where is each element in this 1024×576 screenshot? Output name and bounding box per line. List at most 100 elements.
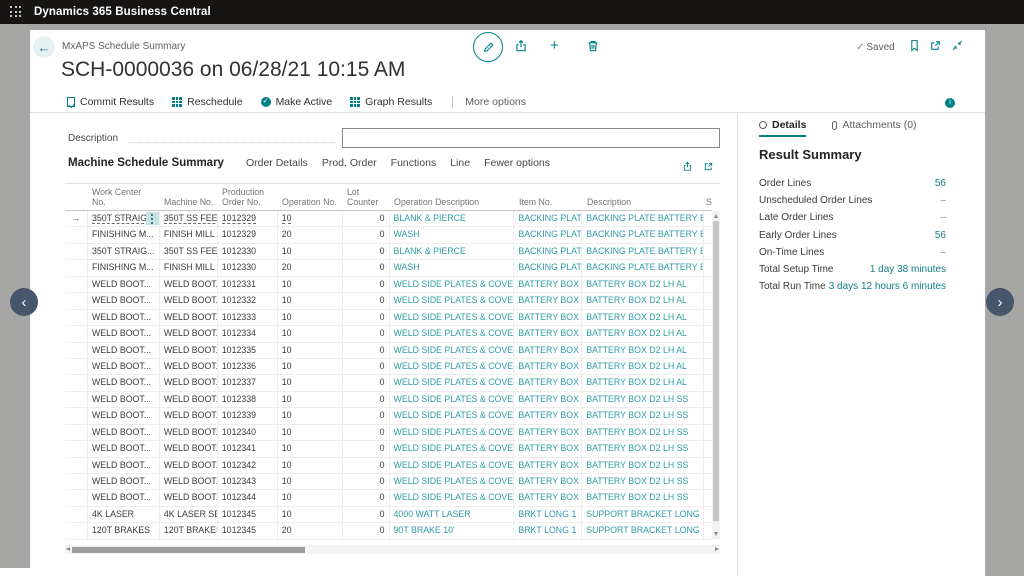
cell-description[interactable]: SUPPORT BRACKET LONG: [582, 507, 704, 522]
cell-operation-description[interactable]: WELD SIDE PLATES & COVER: [390, 277, 515, 292]
table-row[interactable]: → WELD BOOT... WELD BOOT... 1012337 10 0…: [65, 375, 712, 391]
collapse-view-button[interactable]: [951, 39, 964, 52]
cell-operation-description[interactable]: WELD SIDE PLATES & COVER: [390, 375, 515, 390]
cell-machine-no[interactable]: 4K LASER SB 1: [160, 507, 218, 522]
cell-machine-no[interactable]: 350T SS FEE...: [160, 244, 218, 259]
table-row[interactable]: → WELD BOOT... WELD BOOT... 1012333 10 0…: [65, 310, 712, 326]
table-row[interactable]: → 350T STRAIG... 350T SS FEE... 1012329 …: [65, 211, 712, 227]
grid-menu-item[interactable]: Order Details: [246, 157, 308, 169]
cell-machine-no[interactable]: WELD BOOT...: [160, 326, 218, 341]
cell-machine-no[interactable]: WELD BOOT...: [160, 474, 218, 489]
cell-lot-counter[interactable]: 0: [343, 211, 390, 226]
cell-work-center[interactable]: 350T STRAIG...: [88, 244, 160, 259]
cell-item-no[interactable]: BACKING PLAT...: [514, 260, 582, 275]
back-button[interactable]: ←: [33, 36, 55, 58]
cell-description[interactable]: BATTERY BOX D2 LH AL: [582, 277, 704, 292]
summary-field-value[interactable]: 56: [935, 230, 946, 241]
cell-production-order-no[interactable]: 1012329: [218, 211, 278, 226]
table-row[interactable]: → WELD BOOT... WELD BOOT... 1012344 10 0…: [65, 490, 712, 506]
cell-operation-no[interactable]: 10: [278, 441, 343, 456]
column-header[interactable]: S: [705, 196, 712, 210]
cell-production-order-no[interactable]: 1012330: [218, 260, 278, 275]
cell-machine-no[interactable]: WELD BOOT...: [160, 293, 218, 308]
share-button[interactable]: [514, 39, 528, 53]
table-row[interactable]: → WELD BOOT... WELD BOOT... 1012332 10 0…: [65, 293, 712, 309]
cell-production-order-no[interactable]: 1012336: [218, 359, 278, 374]
cell-lot-counter[interactable]: 0: [343, 523, 390, 538]
cell-lot-counter[interactable]: 0: [343, 441, 390, 456]
cell-machine-no[interactable]: WELD BOOT...: [160, 458, 218, 473]
cell-description[interactable]: BATTERY BOX D2 LH AL: [582, 293, 704, 308]
table-row[interactable]: → WELD BOOT... WELD BOOT... 1012340 10 0…: [65, 425, 712, 441]
table-row[interactable]: → WELD BOOT... WELD BOOT... 1012338 10 0…: [65, 392, 712, 408]
scroll-down-arrow-icon[interactable]: [714, 532, 718, 536]
cell-work-center[interactable]: 4K LASER: [88, 507, 160, 522]
cell-lot-counter[interactable]: 0: [343, 277, 390, 292]
cell-description[interactable]: BATTERY BOX D2 LH AL: [582, 326, 704, 341]
cell-description[interactable]: BATTERY BOX D2 LH SS: [582, 441, 704, 456]
cell-description[interactable]: SUPPORT BRACKET LONG: [582, 523, 704, 538]
cell-operation-no[interactable]: 10: [278, 211, 343, 226]
cell-lot-counter[interactable]: 0: [343, 375, 390, 390]
cell-production-order-no[interactable]: 1012332: [218, 293, 278, 308]
grid-menu-item[interactable]: Prod. Order: [322, 157, 377, 169]
command-action[interactable]: Graph Results: [350, 96, 432, 108]
column-header[interactable]: Description: [583, 196, 705, 210]
cell-operation-no[interactable]: 10: [278, 490, 343, 505]
column-header[interactable]: Lot Counter: [343, 186, 390, 210]
cell-machine-no[interactable]: FINISH MILL: [160, 260, 218, 275]
summary-field-value[interactable]: –: [940, 195, 946, 206]
cell-machine-no[interactable]: WELD BOOT...: [160, 343, 218, 358]
table-row[interactable]: → WELD BOOT... WELD BOOT... 1012339 10 0…: [65, 408, 712, 424]
cell-operation-no[interactable]: 10: [278, 392, 343, 407]
command-action[interactable]: Reschedule: [172, 96, 242, 108]
table-row[interactable]: → WELD BOOT... WELD BOOT... 1012343 10 0…: [65, 474, 712, 490]
cell-lot-counter[interactable]: 0: [343, 227, 390, 242]
cell-machine-no[interactable]: WELD BOOT...: [160, 359, 218, 374]
next-pane-button[interactable]: ›: [986, 288, 1014, 316]
cell-operation-description[interactable]: WELD SIDE PLATES & COVER: [390, 441, 515, 456]
cell-machine-no[interactable]: WELD BOOT...: [160, 310, 218, 325]
cell-operation-no[interactable]: 20: [278, 523, 343, 538]
grid-menu-item[interactable]: Functions: [391, 157, 437, 169]
cell-operation-no[interactable]: 10: [278, 343, 343, 358]
cell-production-order-no[interactable]: 1012337: [218, 375, 278, 390]
cell-item-no[interactable]: BACKING PLAT...: [514, 244, 582, 259]
cell-operation-no[interactable]: 10: [278, 277, 343, 292]
cell-work-center[interactable]: WELD BOOT...: [88, 343, 160, 358]
cell-description[interactable]: BATTERY BOX D2 LH AL: [582, 343, 704, 358]
command-action[interactable]: Commit Results: [67, 96, 154, 108]
cell-production-order-no[interactable]: 1012339: [218, 408, 278, 423]
cell-operation-no[interactable]: 10: [278, 458, 343, 473]
cell-item-no[interactable]: BATTERY BOX ...: [514, 441, 582, 456]
cell-item-no[interactable]: BATTERY BOX ...: [514, 425, 582, 440]
cell-item-no[interactable]: BATTERY BOX ...: [514, 277, 582, 292]
cell-production-order-no[interactable]: 1012345: [218, 523, 278, 538]
cell-machine-no[interactable]: WELD BOOT...: [160, 441, 218, 456]
cell-machine-no[interactable]: WELD BOOT...: [160, 425, 218, 440]
table-row[interactable]: → WELD BOOT... WELD BOOT... 1012341 10 0…: [65, 441, 712, 457]
cell-operation-description[interactable]: WELD SIDE PLATES & COVER: [390, 392, 515, 407]
cell-item-no[interactable]: BATTERY BOX ...: [514, 375, 582, 390]
cell-description[interactable]: BATTERY BOX D2 LH SS: [582, 408, 704, 423]
cell-description[interactable]: BATTERY BOX D2 LH SS: [582, 425, 704, 440]
cell-item-no[interactable]: BATTERY BOX ...: [514, 490, 582, 505]
table-row[interactable]: → WELD BOOT... WELD BOOT... 1012334 10 0…: [65, 326, 712, 342]
column-header[interactable]: Production Order No.: [218, 186, 278, 210]
cell-work-center[interactable]: WELD BOOT...: [88, 326, 160, 341]
cell-item-no[interactable]: BATTERY BOX ...: [514, 310, 582, 325]
summary-field-value[interactable]: –: [940, 247, 946, 258]
cell-operation-description[interactable]: WELD SIDE PLATES & COVER: [390, 474, 515, 489]
cell-item-no[interactable]: BATTERY BOX ...: [514, 458, 582, 473]
cell-machine-no[interactable]: 350T SS FEE...: [160, 211, 218, 226]
column-header[interactable]: Item No.: [515, 196, 583, 210]
cell-work-center[interactable]: WELD BOOT...: [88, 359, 160, 374]
cell-operation-no[interactable]: 10: [278, 425, 343, 440]
cell-item-no[interactable]: BRKT LONG 1: [514, 507, 582, 522]
cell-operation-description[interactable]: WELD SIDE PLATES & COVER: [390, 490, 515, 505]
cell-work-center[interactable]: WELD BOOT...: [88, 441, 160, 456]
cell-description[interactable]: BATTERY BOX D2 LH SS: [582, 474, 704, 489]
cell-item-no[interactable]: BATTERY BOX ...: [514, 392, 582, 407]
cell-work-center[interactable]: WELD BOOT...: [88, 293, 160, 308]
description-input[interactable]: [342, 128, 720, 148]
